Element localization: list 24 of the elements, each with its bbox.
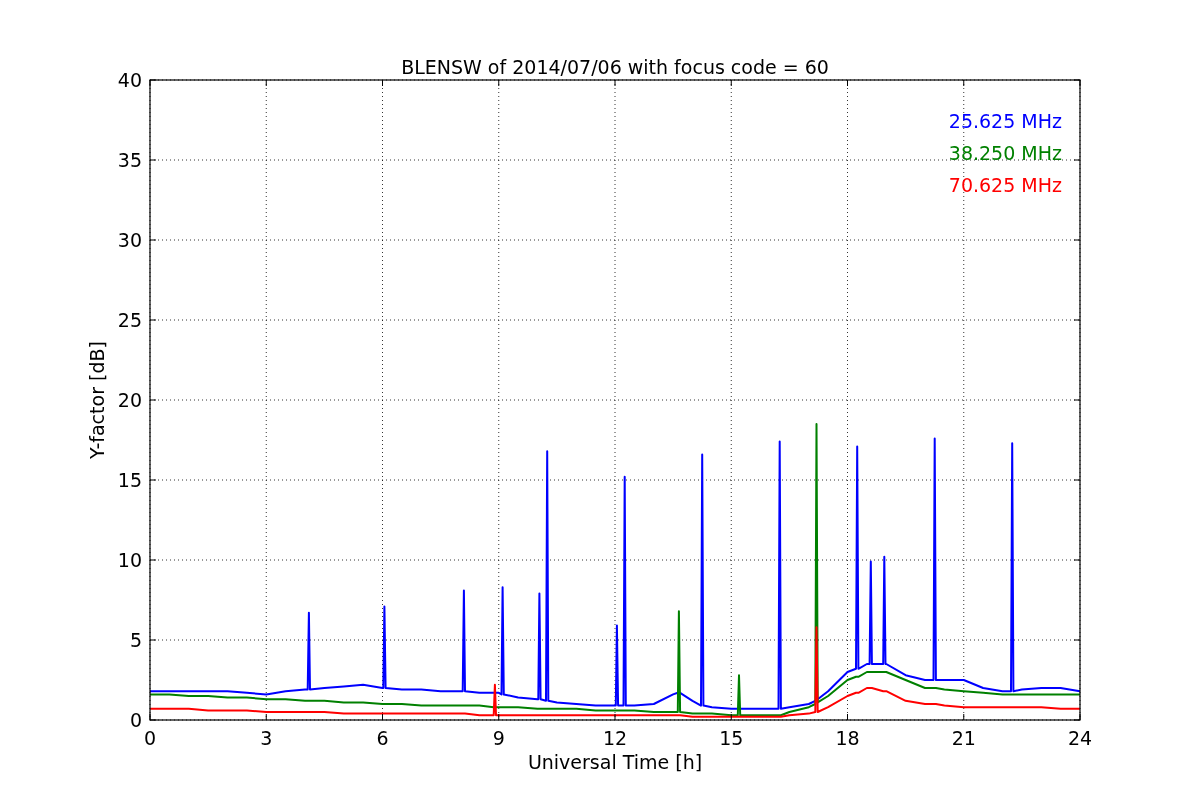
tick-label: 0 — [143, 727, 157, 749]
legend-entry: 70.625 MHz — [948, 174, 1062, 196]
tick-label: 18 — [835, 727, 860, 749]
tick-label: 0 — [129, 709, 142, 731]
legend-entry: 38.250 MHz — [948, 142, 1062, 164]
tick-label: 15 — [719, 727, 744, 749]
chart-title: BLENSW of 2014/07/06 with focus code = 60 — [401, 56, 829, 78]
tick-label: 3 — [260, 727, 273, 749]
tick-label: 20 — [117, 389, 142, 411]
tick-label: 30 — [117, 229, 142, 251]
y-axis-label: Y-factor [dB] — [86, 341, 108, 459]
tick-label: 35 — [117, 149, 142, 171]
tick-label: 12 — [602, 727, 628, 749]
tick-label: 15 — [117, 469, 142, 491]
tick-label: 24 — [1067, 727, 1093, 749]
tick-label: 9 — [492, 727, 505, 749]
x-axis-label: Universal Time [h] — [527, 751, 703, 773]
tick-label: 10 — [117, 549, 142, 571]
tick-label: 5 — [129, 629, 142, 651]
legend-entry: 25.625 MHz — [948, 110, 1062, 132]
tick-label: 25 — [117, 309, 142, 331]
tick-label: 40 — [117, 69, 142, 91]
tick-label: 21 — [951, 727, 976, 749]
tick-label: 6 — [376, 727, 389, 749]
